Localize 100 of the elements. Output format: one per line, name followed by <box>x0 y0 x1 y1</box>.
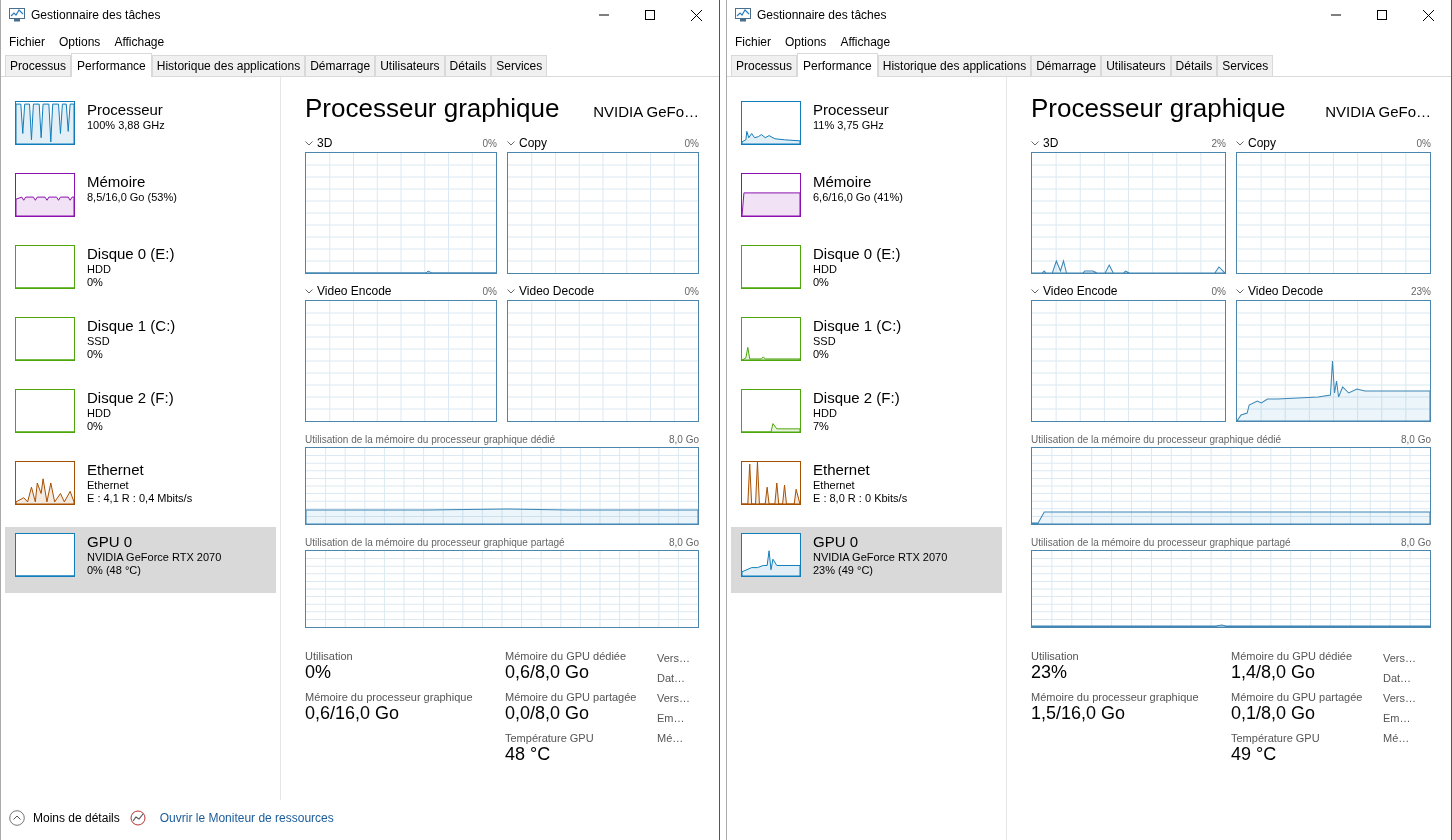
tab[interactable]: Performance <box>797 53 878 77</box>
sidebar-item[interactable]: Disque 2 (F:) HDD 0% <box>5 383 276 449</box>
detail-label: Mé… <box>1383 731 1411 746</box>
graph-label: Utilisation de la mémoire du processeur graphique partagé <box>305 537 565 548</box>
tab[interactable]: Performance <box>71 53 152 77</box>
stat-label: Température GPU <box>505 732 595 744</box>
resource-detail: 7% <box>813 420 830 432</box>
sidebar-item[interactable]: Disque 0 (E:) HDD 0% <box>5 239 276 305</box>
sidebar-item[interactable]: Disque 1 (C:) SSD 0% <box>731 311 1002 377</box>
graph-max: 8,0 Go <box>668 537 699 548</box>
sidebar-item[interactable]: Disque 1 (C:) SSD 0% <box>5 311 276 377</box>
tab[interactable]: Utilisateurs <box>375 55 445 76</box>
sidebar-item[interactable]: Mémoire 6,6/16,0 Go (41%) <box>731 167 1002 233</box>
tab[interactable]: Services <box>491 55 548 76</box>
chevron-icon[interactable] <box>1236 140 1244 146</box>
stat-value: 48 °C <box>505 744 552 765</box>
stat-value: 0,6/16,0 Go <box>305 703 401 724</box>
engine-label[interactable]: 3D <box>317 136 483 150</box>
menu-item[interactable]: Affichage <box>114 35 165 49</box>
chevron-icon[interactable] <box>305 140 313 146</box>
stat-label: Mémoire du GPU partagée <box>505 691 638 703</box>
sidebar-item[interactable]: Ethernet Ethernet E : 8,0 R : 0 Kbits/s <box>731 455 1002 521</box>
sidebar-item[interactable]: Processeur 100% 3,88 GHz <box>5 95 276 161</box>
resource-monitor-link[interactable]: Ouvrir le Moniteur de ressources <box>159 811 334 825</box>
tab[interactable]: Démarrage <box>305 55 376 76</box>
resource-detail: 0% <box>87 420 104 432</box>
device-name: NVIDIA GeFo… <box>1325 103 1431 120</box>
detail-label: Mé… <box>657 731 685 746</box>
resource-detail: 0% <box>813 276 830 288</box>
app-icon <box>735 8 751 22</box>
graph-max: 8,0 Go <box>668 434 699 445</box>
stat-value: 49 °C <box>1231 744 1278 765</box>
menu-item[interactable]: Fichier <box>9 35 45 49</box>
tab[interactable]: Utilisateurs <box>1101 55 1171 76</box>
page-heading: Processeur graphique <box>1031 93 1286 124</box>
resource-detail: 11% 3,75 GHz <box>813 119 885 131</box>
stat-label: Mémoire du GPU dédiée <box>1231 650 1354 662</box>
window-title: Gestionnaire des tâches <box>31 8 162 22</box>
stat-value: 0,1/8,0 Go <box>1231 703 1317 724</box>
resource-name: Disque 2 (F:) <box>813 389 900 406</box>
sidebar-item[interactable]: Disque 0 (E:) HDD 0% <box>731 239 1002 305</box>
engine-label[interactable]: Video Encode <box>1043 284 1212 298</box>
stat-label: Utilisation <box>1031 650 1080 662</box>
sidebar-item[interactable]: Disque 2 (F:) HDD 7% <box>731 383 1002 449</box>
chevron-icon[interactable] <box>305 288 313 294</box>
engine-label[interactable]: Video Encode <box>317 284 483 298</box>
engine-value: 0% <box>482 137 497 149</box>
sidebar-item[interactable]: GPU 0 NVIDIA GeForce RTX 2070 0% (48 °C) <box>5 527 276 593</box>
sidebar-item[interactable]: Processeur 11% 3,75 GHz <box>731 95 1002 161</box>
tab[interactable]: Historique des applications <box>877 55 1032 76</box>
menu-item[interactable]: Affichage <box>840 35 891 49</box>
engine-value: 2% <box>1211 137 1226 149</box>
menu-item[interactable]: Options <box>59 35 101 49</box>
device-name: NVIDIA GeFo… <box>593 103 699 120</box>
stat-value: 0% <box>305 662 332 683</box>
tab[interactable]: Services <box>1217 55 1274 76</box>
tab[interactable]: Historique des applications <box>151 55 306 76</box>
chevron-icon[interactable] <box>1031 288 1039 294</box>
close-icon[interactable] <box>1422 9 1434 21</box>
chevron-icon[interactable] <box>507 288 515 294</box>
sidebar-item[interactable]: Mémoire 8,5/16,0 Go (53%) <box>5 167 276 233</box>
chevron-icon[interactable] <box>1236 288 1244 294</box>
tab[interactable]: Processus <box>5 55 72 76</box>
menu-item[interactable]: Fichier <box>735 35 771 49</box>
engine-label[interactable]: Video Decode <box>519 284 685 298</box>
resource-detail: SSD <box>813 335 837 347</box>
detail-label: Em… <box>1383 711 1412 726</box>
tab[interactable]: Détails <box>444 55 492 76</box>
resource-detail: E : 8,0 R : 0 Kbits/s <box>813 492 908 504</box>
resource-detail: 0% <box>87 276 104 288</box>
sidebar-item[interactable]: GPU 0 NVIDIA GeForce RTX 2070 23% (49 °C) <box>731 527 1002 593</box>
resource-detail: SSD <box>87 335 111 347</box>
engine-label[interactable]: Copy <box>1248 136 1417 150</box>
stat-value: 0,0/8,0 Go <box>505 703 591 724</box>
stat-label: Mémoire du processeur graphique <box>305 691 474 703</box>
less-details-button[interactable]: Moins de détails <box>9 810 120 826</box>
engine-label[interactable]: Copy <box>519 136 685 150</box>
menu-item[interactable]: Options <box>785 35 827 49</box>
engine-label[interactable]: Video Decode <box>1248 284 1411 298</box>
resource-detail: 8,5/16,0 Go (53%) <box>87 191 177 203</box>
close-icon[interactable] <box>690 9 702 21</box>
sidebar-item[interactable]: Ethernet Ethernet E : 4,1 R : 0,4 Mbits/s <box>5 455 276 521</box>
chevron-icon[interactable] <box>507 140 515 146</box>
resource-name: Disque 2 (F:) <box>87 389 174 406</box>
maximize-icon[interactable] <box>1377 10 1387 20</box>
tab[interactable]: Détails <box>1170 55 1218 76</box>
maximize-icon[interactable] <box>645 10 655 20</box>
chevron-icon[interactable] <box>1031 140 1039 146</box>
detail-label: Em… <box>657 711 686 726</box>
detail-label: Vers… <box>657 691 691 706</box>
engine-value: 0% <box>1211 285 1226 297</box>
resource-detail: HDD <box>813 263 838 275</box>
resource-detail: 0% <box>87 348 104 360</box>
engine-label[interactable]: 3D <box>1043 136 1212 150</box>
tab[interactable]: Démarrage <box>1031 55 1102 76</box>
tab[interactable]: Processus <box>731 55 798 76</box>
graph-max: 8,0 Go <box>1400 434 1431 445</box>
stat-label: Mémoire du GPU dédiée <box>505 650 628 662</box>
app-icon <box>9 8 25 22</box>
resource-name: Ethernet <box>87 461 145 478</box>
